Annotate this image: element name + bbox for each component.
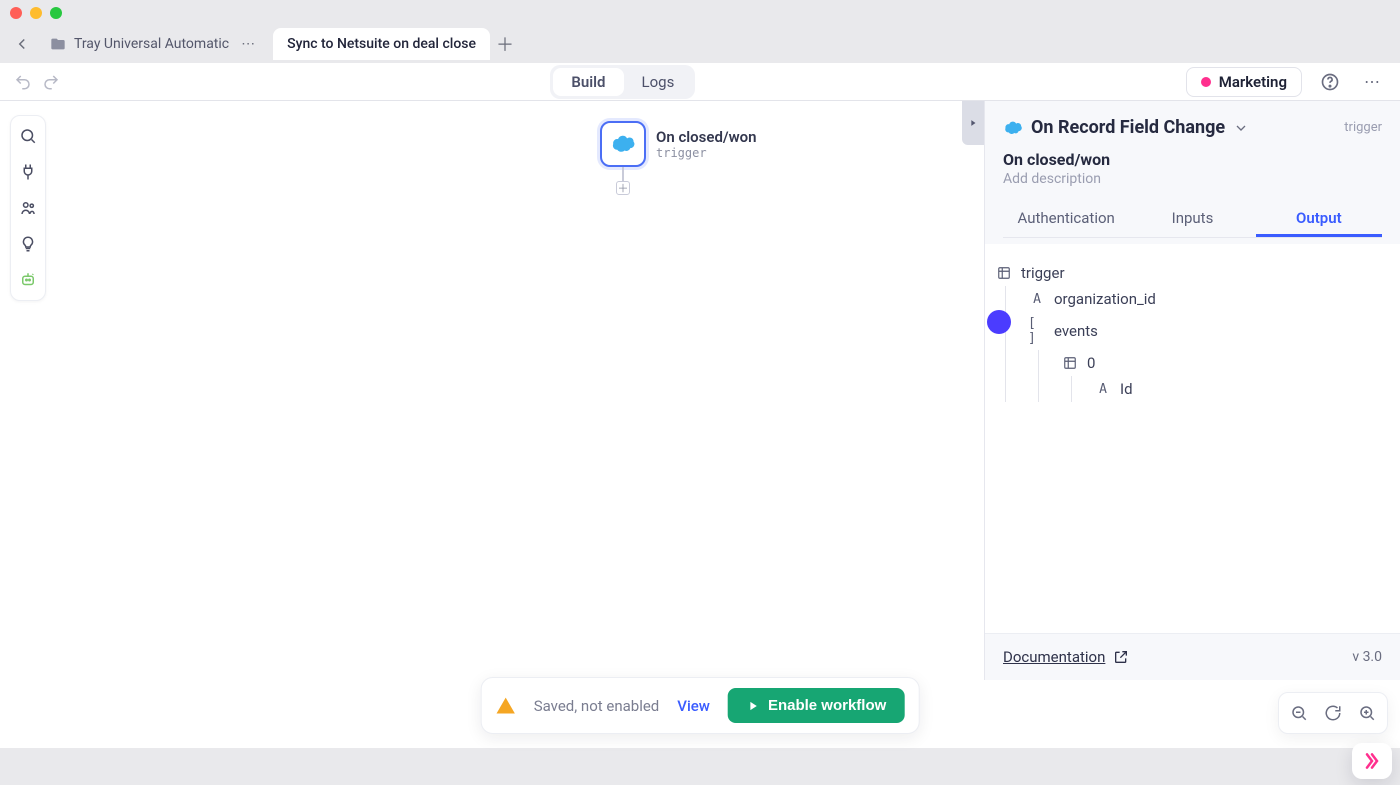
undo-button[interactable] bbox=[14, 73, 32, 91]
step-description-input[interactable]: Add description bbox=[1003, 171, 1382, 187]
mode-logs[interactable]: Logs bbox=[624, 68, 693, 96]
tab-authentication[interactable]: Authentication bbox=[1003, 199, 1129, 237]
mode-switch: Build Logs bbox=[550, 65, 695, 99]
status-view-link[interactable]: View bbox=[677, 697, 710, 715]
chevron-down-icon[interactable] bbox=[1233, 120, 1249, 136]
status-text: Saved, not enabled bbox=[534, 697, 660, 715]
step-properties-panel: On Record Field Change trigger On closed… bbox=[984, 101, 1400, 680]
external-link-icon bbox=[1113, 649, 1129, 665]
output-schema: trigger A organization_id [ ] events bbox=[985, 244, 1400, 633]
environment-dot-icon bbox=[1201, 77, 1211, 87]
tab-label: Tray Universal Automatic bbox=[74, 36, 229, 52]
brand-icon bbox=[1362, 751, 1382, 771]
tree-label: 0 bbox=[1087, 354, 1095, 372]
window-zoom-icon[interactable] bbox=[50, 7, 62, 19]
tab-output[interactable]: Output bbox=[1256, 199, 1382, 237]
node-subtitle: trigger bbox=[656, 146, 757, 160]
panel-collapse-button[interactable] bbox=[962, 101, 984, 145]
tree-id[interactable]: A Id bbox=[1094, 376, 1390, 402]
tree-label: organization_id bbox=[1054, 290, 1156, 308]
tree-events[interactable]: [ ] events bbox=[1028, 312, 1390, 350]
play-icon bbox=[746, 699, 760, 713]
window-titlebar bbox=[0, 0, 1400, 25]
zoom-out-button[interactable] bbox=[1285, 699, 1313, 727]
add-step-button[interactable]: ＋ bbox=[616, 181, 630, 195]
step-kind-label: trigger bbox=[1344, 120, 1382, 135]
salesforce-icon bbox=[1003, 120, 1023, 136]
step-name[interactable]: On closed/won bbox=[1003, 150, 1382, 169]
doc-label: Documentation bbox=[1003, 648, 1105, 666]
tab-inputs[interactable]: Inputs bbox=[1129, 199, 1255, 237]
tree-label: events bbox=[1054, 322, 1098, 340]
zoom-controls bbox=[1278, 692, 1388, 734]
zoom-fit-button[interactable] bbox=[1319, 699, 1347, 727]
window-close-icon[interactable] bbox=[10, 7, 22, 19]
connector-version: v 3.0 bbox=[1352, 649, 1382, 665]
tab-strip: Tray Universal Automatic ⋯ Sync to Netsu… bbox=[0, 25, 1400, 63]
salesforce-icon bbox=[600, 121, 646, 167]
enable-label: Enable workflow bbox=[768, 697, 886, 714]
tab-project[interactable]: Tray Universal Automatic ⋯ bbox=[36, 28, 273, 60]
documentation-link[interactable]: Documentation bbox=[1003, 648, 1129, 666]
object-icon bbox=[995, 266, 1013, 280]
workspace: On closed/won trigger ＋ On Record Field … bbox=[0, 101, 1400, 748]
enable-workflow-button[interactable]: Enable workflow bbox=[728, 688, 904, 723]
tree-label: Id bbox=[1120, 380, 1133, 398]
brand-widget[interactable] bbox=[1352, 743, 1392, 779]
window-footer bbox=[0, 748, 1400, 785]
string-icon: A bbox=[1094, 382, 1112, 397]
tree-index-0[interactable]: 0 bbox=[1061, 350, 1390, 376]
string-icon: A bbox=[1028, 292, 1046, 307]
tab-workflow[interactable]: Sync to Netsuite on deal close bbox=[273, 28, 490, 60]
trigger-node[interactable]: On closed/won trigger bbox=[600, 121, 757, 167]
object-icon bbox=[1061, 356, 1079, 370]
toolbar: Build Logs Marketing ⋯ bbox=[0, 63, 1400, 101]
add-tab-button[interactable]: ＋ bbox=[490, 31, 520, 57]
tab-more-icon[interactable]: ⋯ bbox=[237, 36, 259, 52]
connector-title: On Record Field Change bbox=[1031, 117, 1225, 138]
tree-organization-id[interactable]: A organization_id bbox=[1028, 286, 1390, 312]
environment-label: Marketing bbox=[1219, 73, 1287, 91]
environment-selector[interactable]: Marketing bbox=[1186, 67, 1302, 97]
tree-label: trigger bbox=[1021, 264, 1065, 282]
window-minimize-icon[interactable] bbox=[30, 7, 42, 19]
more-menu-button[interactable]: ⋯ bbox=[1358, 68, 1386, 96]
warning-icon bbox=[496, 696, 516, 716]
folder-icon bbox=[50, 36, 66, 52]
tab-label: Sync to Netsuite on deal close bbox=[287, 36, 476, 52]
array-icon: [ ] bbox=[1028, 316, 1046, 346]
redo-button[interactable] bbox=[42, 73, 60, 91]
tree-root[interactable]: trigger bbox=[995, 260, 1390, 286]
zoom-in-button[interactable] bbox=[1353, 699, 1381, 727]
workflow-status-bar: Saved, not enabled View Enable workflow bbox=[481, 677, 920, 734]
cursor-indicator-icon bbox=[987, 310, 1011, 334]
help-button[interactable] bbox=[1316, 68, 1344, 96]
mode-build[interactable]: Build bbox=[553, 68, 623, 96]
back-button[interactable] bbox=[8, 30, 36, 58]
node-title: On closed/won bbox=[656, 128, 757, 146]
